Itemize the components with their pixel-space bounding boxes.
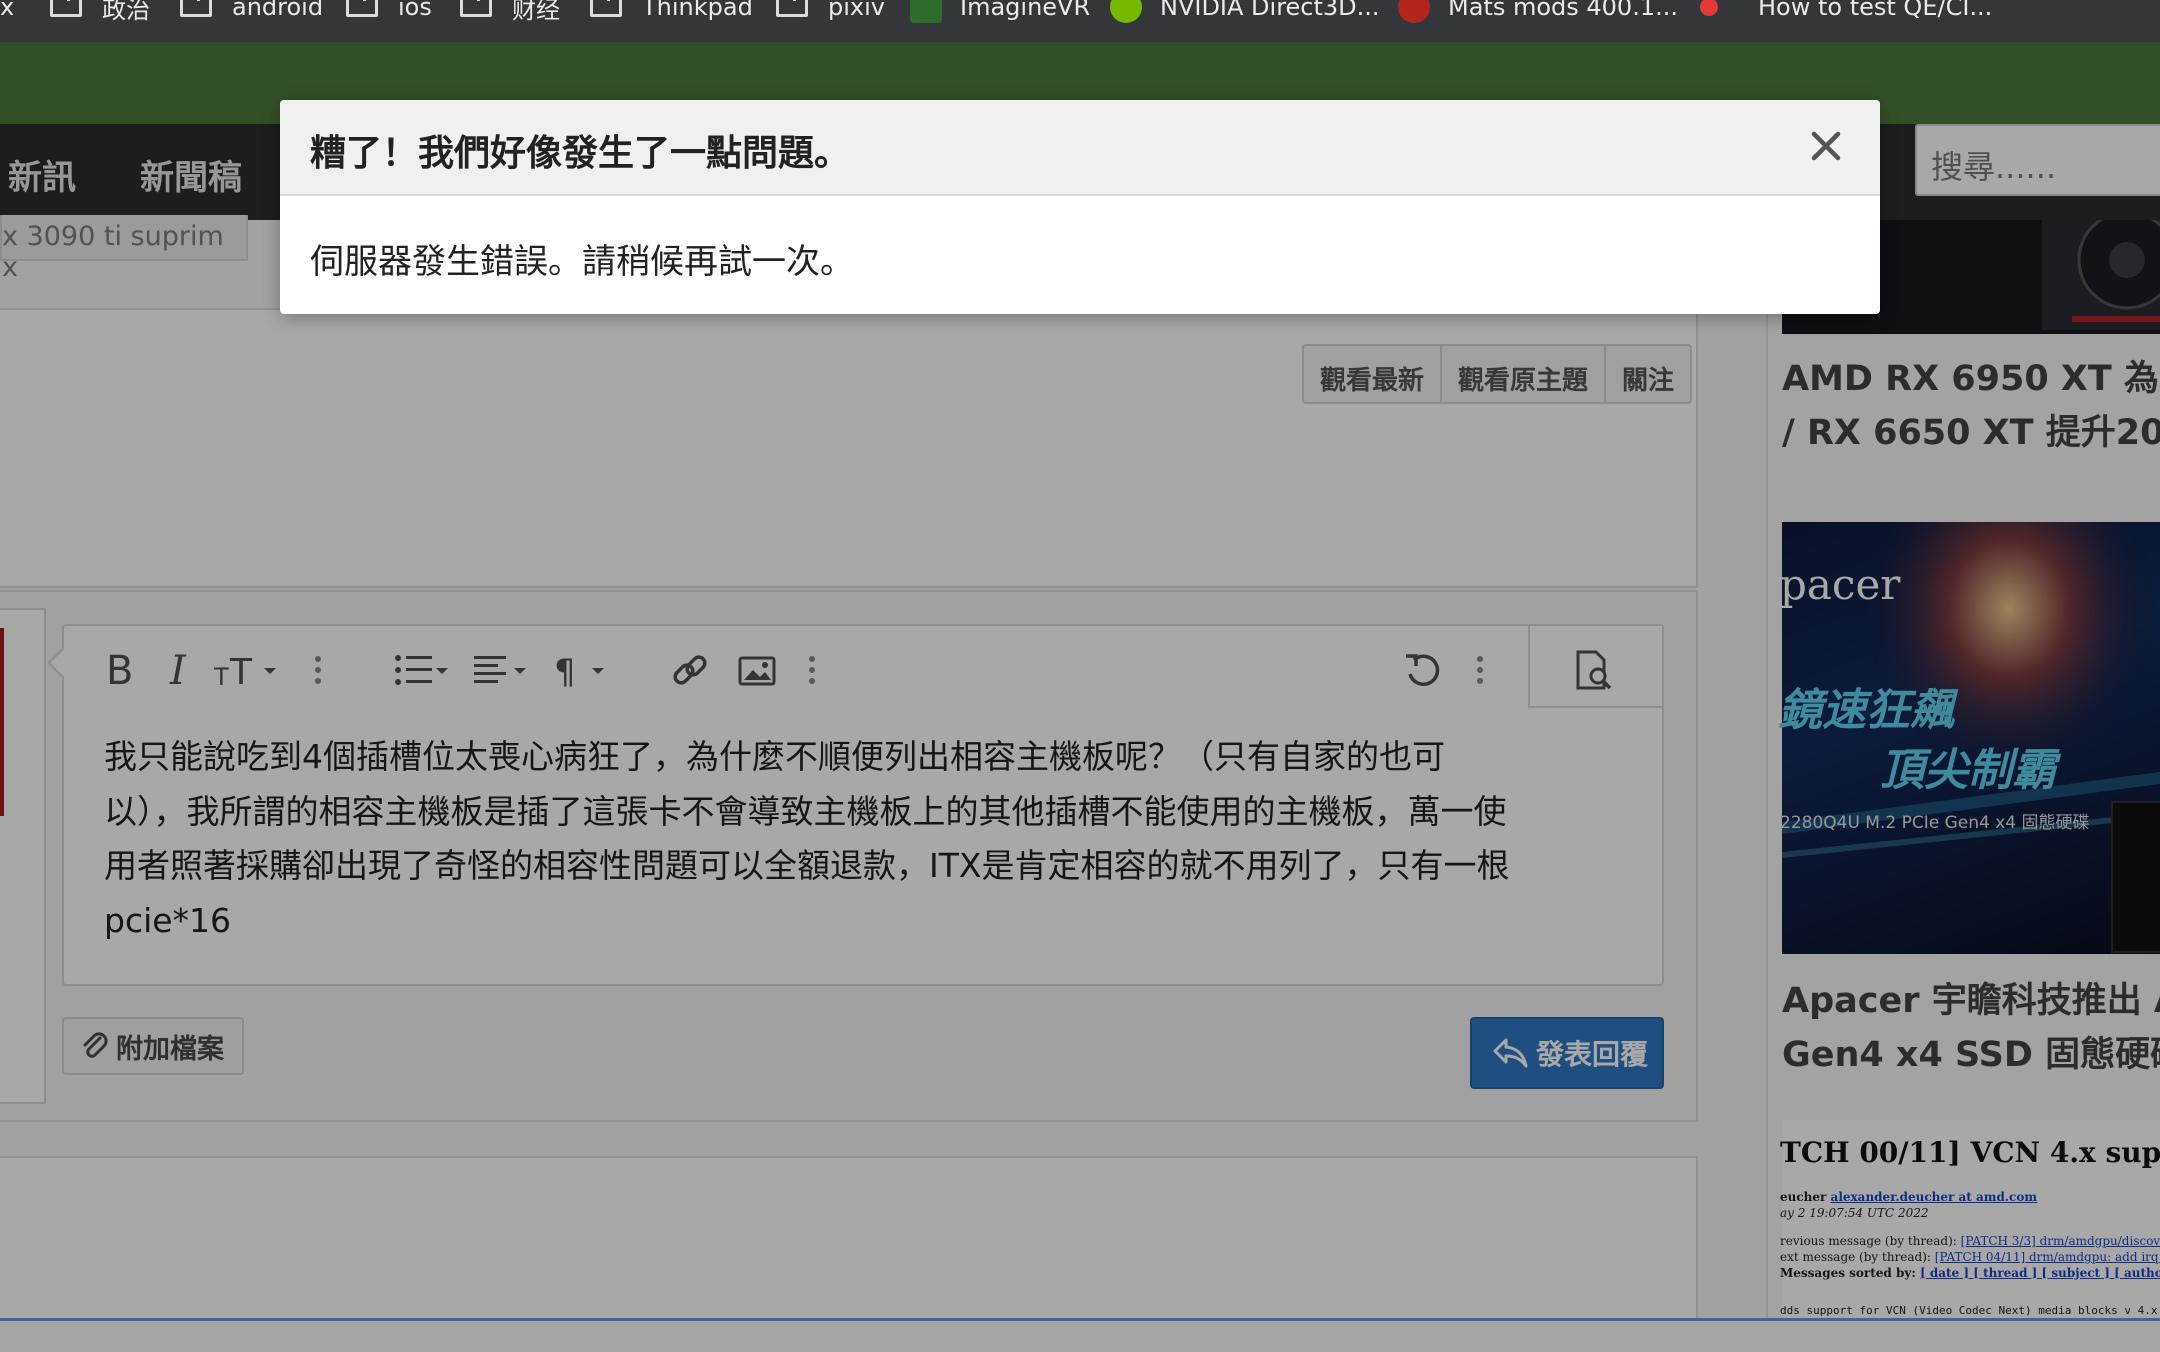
imaginevr-icon xyxy=(910,0,942,23)
folder-icon xyxy=(346,0,378,17)
close-icon xyxy=(1811,131,1841,161)
bookmark-folder[interactable]: Thinkpad xyxy=(590,0,753,22)
bookmark-label: ios xyxy=(398,0,432,21)
bookmark-folder[interactable]: 政治 xyxy=(50,0,150,24)
error-dialog: 糟了！我們好像發生了一點問題。 伺服器發生錯誤。請稍候再試一次。 xyxy=(280,100,1880,314)
dialog-header: 糟了！我們好像發生了一點問題。 xyxy=(280,100,1880,196)
bookmark-label: android xyxy=(232,0,324,21)
bookmark-label: 财经 xyxy=(512,0,560,24)
folder-icon xyxy=(776,0,808,17)
bookmark-label: Mats mods 400.1... xyxy=(1448,0,1678,21)
bookmark-label: ImagineVR xyxy=(960,0,1091,21)
close-button[interactable] xyxy=(1806,126,1846,166)
folder-icon xyxy=(50,0,82,17)
bottom-strip xyxy=(0,1318,2160,1352)
folder-icon xyxy=(590,0,622,17)
bookmark-item[interactable]: How to test QE/CI... xyxy=(1700,0,1992,22)
bookmark-folder[interactable]: android xyxy=(180,0,323,22)
bookmark-item[interactable]: ImagineVR xyxy=(910,0,1091,23)
bookmark-label: x xyxy=(0,0,15,21)
bookmark-folder[interactable]: 财经 xyxy=(460,0,560,24)
bookmark-item[interactable]: NVIDIA Direct3D... xyxy=(1110,0,1380,23)
bookmark-item[interactable]: x xyxy=(0,0,14,22)
dialog-title: 糟了！我們好像發生了一點問題。 xyxy=(310,133,851,174)
bookmark-folder[interactable]: pixiv xyxy=(776,0,885,22)
mats-mods-icon xyxy=(1398,0,1430,23)
bookmark-label: NVIDIA Direct3D... xyxy=(1160,0,1380,21)
bookmarks-bar: x 政治 android ios 财经 Thinkpad pixiv Imagi… xyxy=(0,0,2160,42)
nvidia-icon xyxy=(1110,0,1142,23)
folder-icon xyxy=(180,0,212,17)
bookmark-item[interactable]: Mats mods 400.1... xyxy=(1398,0,1678,23)
dialog-message: 伺服器發生錯誤。請稍候再試一次。 xyxy=(310,242,854,282)
bookmark-label: Thinkpad xyxy=(642,0,753,21)
bookmark-label: How to test QE/CI... xyxy=(1758,0,1993,21)
bookmark-label: pixiv xyxy=(828,0,885,21)
bookmark-folder[interactable]: ios xyxy=(346,0,432,22)
bookmark-label: 政治 xyxy=(102,0,150,24)
red-dot-icon xyxy=(1700,0,1718,16)
folder-icon xyxy=(460,0,492,17)
